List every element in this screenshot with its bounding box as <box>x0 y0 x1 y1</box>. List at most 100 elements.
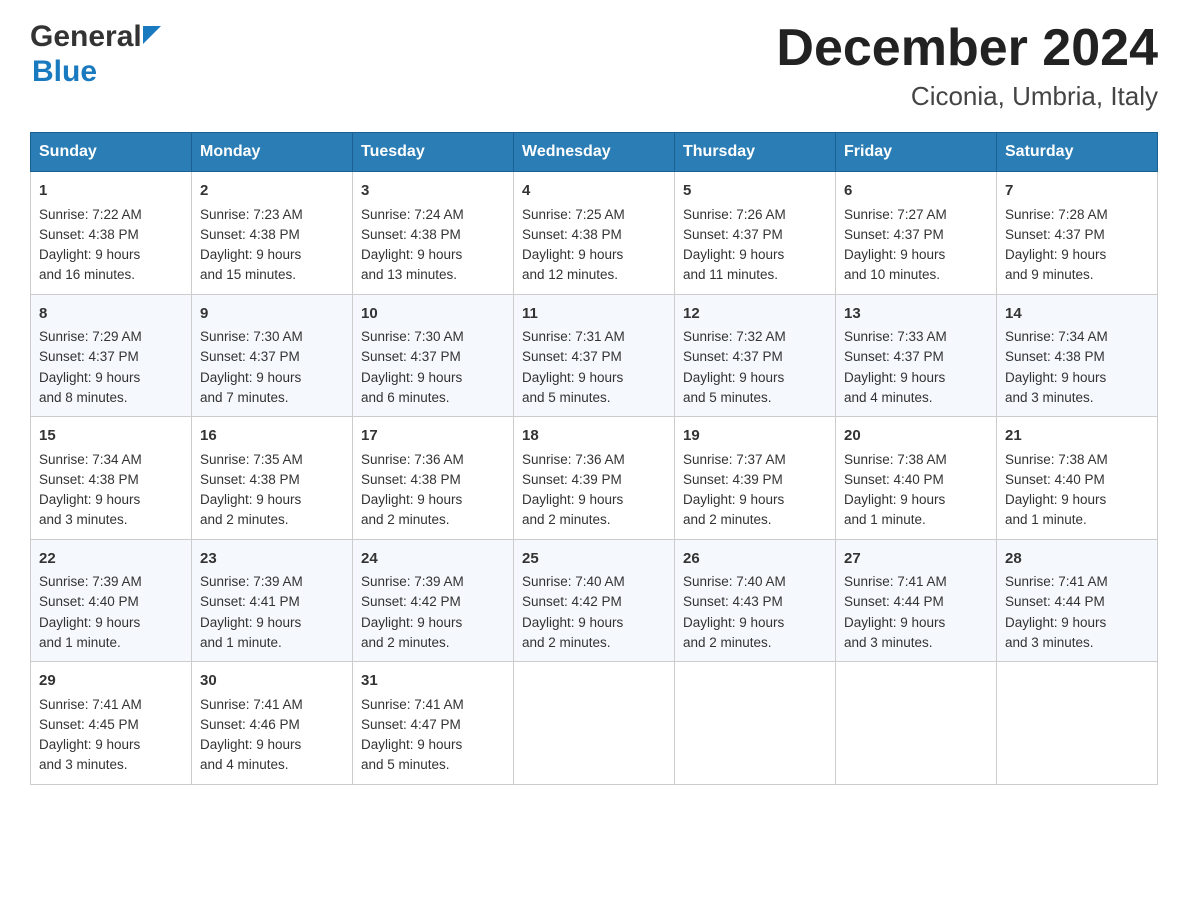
daylight-text: Daylight: 9 hours <box>1005 370 1106 385</box>
sunset-text: Sunset: 4:41 PM <box>200 594 300 609</box>
col-tuesday: Tuesday <box>353 133 514 172</box>
calendar-cell: 15Sunrise: 7:34 AMSunset: 4:38 PMDayligh… <box>31 417 192 540</box>
day-number: 21 <box>1005 425 1149 448</box>
day-number: 25 <box>522 548 666 571</box>
day-number: 2 <box>200 180 344 203</box>
logo-blue-text: Blue <box>30 55 161 90</box>
calendar-cell: 17Sunrise: 7:36 AMSunset: 4:38 PMDayligh… <box>353 417 514 540</box>
daylight-text-2: and 1 minute. <box>1005 512 1087 527</box>
daylight-text: Daylight: 9 hours <box>200 492 301 507</box>
sunrise-text: Sunrise: 7:30 AM <box>200 329 303 344</box>
daylight-text-2: and 1 minute. <box>39 635 121 650</box>
sunset-text: Sunset: 4:42 PM <box>361 594 461 609</box>
sunrise-text: Sunrise: 7:33 AM <box>844 329 947 344</box>
calendar-cell: 3Sunrise: 7:24 AMSunset: 4:38 PMDaylight… <box>353 172 514 295</box>
calendar-cell <box>675 662 836 785</box>
sunset-text: Sunset: 4:40 PM <box>39 594 139 609</box>
daylight-text-2: and 3 minutes. <box>39 512 128 527</box>
daylight-text: Daylight: 9 hours <box>522 247 623 262</box>
daylight-text-2: and 11 minutes. <box>683 267 778 282</box>
calendar-cell: 2Sunrise: 7:23 AMSunset: 4:38 PMDaylight… <box>192 172 353 295</box>
daylight-text: Daylight: 9 hours <box>522 370 623 385</box>
sunrise-text: Sunrise: 7:35 AM <box>200 452 303 467</box>
day-number: 22 <box>39 548 183 571</box>
daylight-text-2: and 2 minutes. <box>522 512 611 527</box>
calendar-cell <box>514 662 675 785</box>
sunset-text: Sunset: 4:46 PM <box>200 717 300 732</box>
calendar-week-row: 29 Sunrise: 7:41 AM Sunset: 4:45 PM Dayligh… <box>31 662 1158 785</box>
daylight-text: Daylight: 9 hours <box>39 247 140 262</box>
daylight-text: Daylight: 9 hours <box>522 492 623 507</box>
sunrise-text: Sunrise: 7:30 AM <box>361 329 464 344</box>
calendar-week-row: 15Sunrise: 7:34 AMSunset: 4:38 PMDayligh… <box>31 417 1158 540</box>
day-number: 3 <box>361 180 505 203</box>
col-thursday: Thursday <box>675 133 836 172</box>
calendar-cell: 22 Sunrise: 7:39 AM Sunset: 4:40 PM Dayligh… <box>31 539 192 662</box>
daylight-text-2: and 10 minutes. <box>844 267 940 282</box>
sunset-text: Sunset: 4:38 PM <box>522 227 622 242</box>
sunrise-text: Sunrise: 7:41 AM <box>361 697 464 712</box>
calendar-cell: 19Sunrise: 7:37 AMSunset: 4:39 PMDayligh… <box>675 417 836 540</box>
daylight-text-2: and 2 minutes. <box>683 635 772 650</box>
daylight-text-2: and 2 minutes. <box>683 512 772 527</box>
day-number: 23 <box>200 548 344 571</box>
daylight-text-2: and 5 minutes. <box>361 757 450 772</box>
sunrise-text: Sunrise: 7:39 AM <box>39 574 142 589</box>
calendar-cell: 31Sunrise: 7:41 AMSunset: 4:47 PMDayligh… <box>353 662 514 785</box>
calendar-cell: 25Sunrise: 7:40 AMSunset: 4:42 PMDayligh… <box>514 539 675 662</box>
sunset-text: Sunset: 4:43 PM <box>683 594 783 609</box>
calendar-week-row: 1Sunrise: 7:22 AMSunset: 4:38 PMDaylight… <box>31 172 1158 295</box>
daylight-text-2: and 5 minutes. <box>522 390 611 405</box>
logo-icon <box>143 26 161 44</box>
day-number: 13 <box>844 303 988 326</box>
daylight-text: Daylight: 9 hours <box>683 247 784 262</box>
day-number: 17 <box>361 425 505 448</box>
sunrise-text: Sunrise: 7:29 AM <box>39 329 142 344</box>
sunrise-text: Sunrise: 7:38 AM <box>844 452 947 467</box>
calendar-cell: 4Sunrise: 7:25 AMSunset: 4:38 PMDaylight… <box>514 172 675 295</box>
daylight-text: Daylight: 9 hours <box>39 615 140 630</box>
calendar-cell: 28Sunrise: 7:41 AMSunset: 4:44 PMDayligh… <box>997 539 1158 662</box>
daylight-text: Daylight: 9 hours <box>522 615 623 630</box>
sunset-text: Sunset: 4:37 PM <box>361 349 461 364</box>
sunrise-text: Sunrise: 7:25 AM <box>522 207 625 222</box>
daylight-text-2: and 2 minutes. <box>522 635 611 650</box>
daylight-text: Daylight: 9 hours <box>39 370 140 385</box>
sunset-text: Sunset: 4:44 PM <box>1005 594 1105 609</box>
sunrise-text: Sunrise: 7:39 AM <box>200 574 303 589</box>
calendar-cell: 10Sunrise: 7:30 AMSunset: 4:37 PMDayligh… <box>353 294 514 417</box>
daylight-text: Daylight: 9 hours <box>361 247 462 262</box>
daylight-text-2: and 16 minutes. <box>39 267 135 282</box>
sunset-text: Sunset: 4:42 PM <box>522 594 622 609</box>
sunset-text: Sunset: 4:38 PM <box>200 472 300 487</box>
calendar-cell: 18Sunrise: 7:36 AMSunset: 4:39 PMDayligh… <box>514 417 675 540</box>
sunrise-text: Sunrise: 7:23 AM <box>200 207 303 222</box>
day-number: 19 <box>683 425 827 448</box>
day-number: 29 <box>39 670 183 693</box>
col-wednesday: Wednesday <box>514 133 675 172</box>
daylight-text-2: and 4 minutes. <box>200 757 289 772</box>
calendar-cell: 13Sunrise: 7:33 AMSunset: 4:37 PMDayligh… <box>836 294 997 417</box>
sunrise-text: Sunrise: 7:41 AM <box>1005 574 1108 589</box>
sunset-text: Sunset: 4:38 PM <box>361 227 461 242</box>
calendar-cell <box>836 662 997 785</box>
calendar-cell: 12Sunrise: 7:32 AMSunset: 4:37 PMDayligh… <box>675 294 836 417</box>
daylight-text-2: and 1 minute. <box>200 635 282 650</box>
sunset-text: Sunset: 4:37 PM <box>683 227 783 242</box>
calendar-cell: 11Sunrise: 7:31 AMSunset: 4:37 PMDayligh… <box>514 294 675 417</box>
sunrise-text: Sunrise: 7:34 AM <box>39 452 142 467</box>
day-number: 8 <box>39 303 183 326</box>
daylight-text-2: and 3 minutes. <box>1005 390 1094 405</box>
daylight-text: Daylight: 9 hours <box>39 737 140 752</box>
day-number: 26 <box>683 548 827 571</box>
sunrise-text: Sunrise: 7:37 AM <box>683 452 786 467</box>
daylight-text: Daylight: 9 hours <box>39 492 140 507</box>
sunset-text: Sunset: 4:40 PM <box>844 472 944 487</box>
calendar-table: Sunday Monday Tuesday Wednesday Thursday… <box>30 132 1158 785</box>
sunset-text: Sunset: 4:45 PM <box>39 717 139 732</box>
calendar-cell: 16Sunrise: 7:35 AMSunset: 4:38 PMDayligh… <box>192 417 353 540</box>
calendar-cell: 20Sunrise: 7:38 AMSunset: 4:40 PMDayligh… <box>836 417 997 540</box>
sunrise-text: Sunrise: 7:36 AM <box>361 452 464 467</box>
sunset-text: Sunset: 4:37 PM <box>844 227 944 242</box>
sunrise-text: Sunrise: 7:36 AM <box>522 452 625 467</box>
